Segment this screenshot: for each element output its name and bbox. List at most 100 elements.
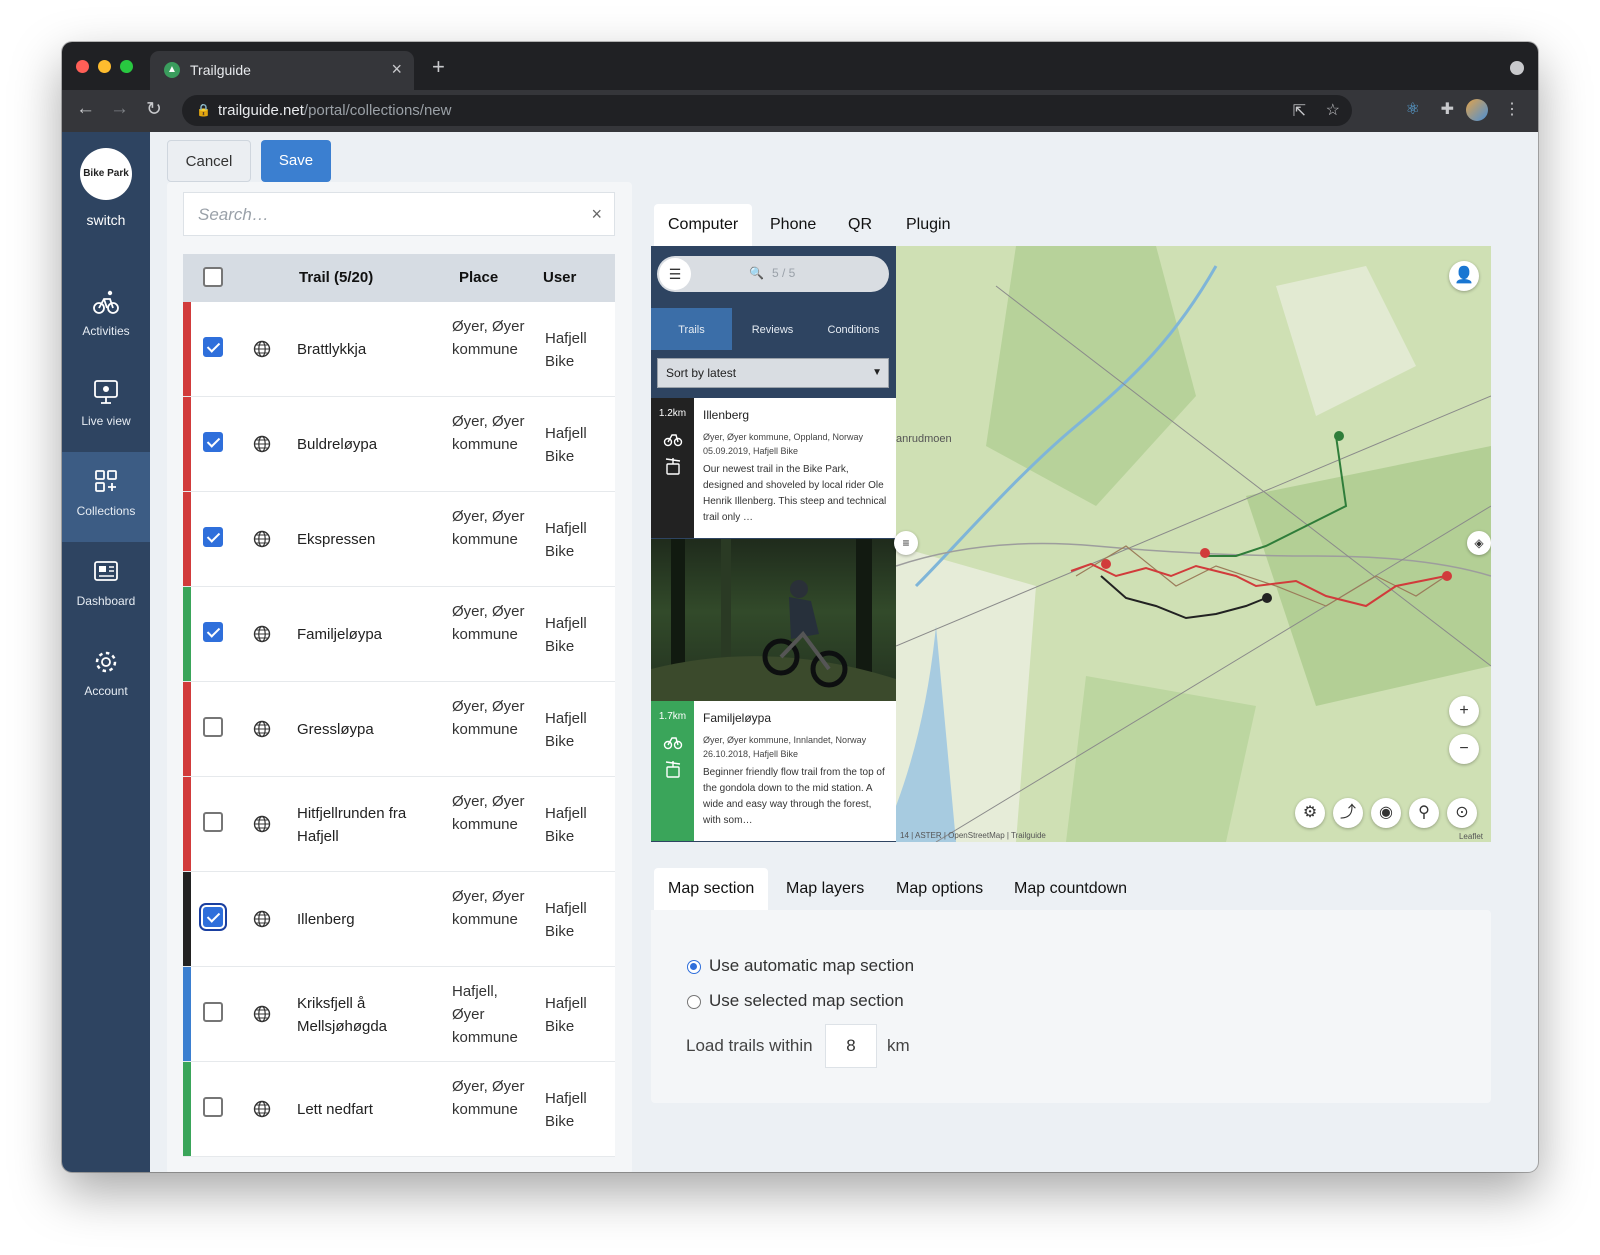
table-row[interactable]: Gressløypa Øyer, Øyer kommune Hafjell Bike xyxy=(183,682,615,777)
tab-qr[interactable]: QR xyxy=(834,204,886,246)
difficulty-stripe xyxy=(183,777,191,871)
save-button[interactable]: Save xyxy=(261,140,331,182)
share-icon[interactable]: ⤴ xyxy=(1333,798,1363,828)
back-icon[interactable]: ← xyxy=(76,98,95,120)
react-devtools-icon[interactable]: ⚛ xyxy=(1406,99,1420,119)
filter-icon[interactable]: ☰ xyxy=(659,258,691,290)
column-header-place[interactable]: Place xyxy=(459,269,498,286)
new-tab-icon[interactable]: + xyxy=(432,54,445,80)
table-row[interactable]: Buldreløypa Øyer, Øyer kommune Hafjell Bik… xyxy=(183,397,615,492)
trail-user: Hafjell Bike xyxy=(545,995,587,1035)
globe-icon xyxy=(253,340,271,358)
profile-avatar[interactable] xyxy=(1466,99,1488,121)
browser-titlebar: ▲ Trailguide × + xyxy=(62,42,1538,90)
trail-name: Familjeløypa xyxy=(297,626,383,643)
trail-card-familjeloypa[interactable]: 1.7km Familjeløypa Øyer, Øyer kommune, I… xyxy=(651,701,896,841)
tab-map-section[interactable]: Map section xyxy=(654,868,769,910)
bike-icon xyxy=(663,737,683,750)
table-row[interactable]: Kriksfjell å Mellsjøhøgda Hafjell, Øyer k… xyxy=(183,967,615,1062)
search-icon: 🔍 xyxy=(749,266,764,280)
table-row[interactable]: Hitfjellrunden fra Hafjell Øyer, Øyer kom… xyxy=(183,777,615,872)
preview-list-tabs: Trails Reviews Conditions xyxy=(651,308,896,350)
map-canvas: anrudmoen xyxy=(895,246,1491,842)
table-header: Trail (5/20) Place User xyxy=(183,254,615,302)
embed-preview: ☰ 🔍 5 / 5 Trails Reviews Conditions Sort … xyxy=(651,246,1491,842)
map-layers-icon[interactable]: ◈ xyxy=(1467,531,1491,555)
difficulty-stripe xyxy=(183,1062,191,1156)
trail-checkbox[interactable] xyxy=(203,717,223,737)
trail-user: Hafjell Bike xyxy=(545,520,587,560)
browser-tab[interactable]: ▲ Trailguide × xyxy=(150,51,414,90)
browser-menu-icon[interactable]: ⋮ xyxy=(1504,99,1520,119)
tab-map-options[interactable]: Map options xyxy=(882,868,997,910)
trail-place: Øyer, Øyer kommune xyxy=(452,508,525,548)
search-input[interactable]: Search… xyxy=(198,205,269,225)
zoom-out-icon[interactable]: − xyxy=(1449,734,1479,764)
forward-icon[interactable]: → xyxy=(110,98,129,120)
bookmark-star-icon[interactable]: ☆ xyxy=(1326,100,1340,120)
load-radius-input[interactable]: 8 xyxy=(825,1024,877,1068)
open-external-icon[interactable]: ⇱ xyxy=(1293,101,1306,121)
tab-map-countdown[interactable]: Map countdown xyxy=(1000,868,1141,910)
select-all-checkbox[interactable] xyxy=(203,267,223,287)
table-row[interactable]: Familjeløypa Øyer, Øyer kommune Hafjell Bi… xyxy=(183,587,615,682)
tab-conditions[interactable]: Conditions xyxy=(813,308,894,350)
close-window-button[interactable] xyxy=(76,60,89,73)
card-title: Familjeløypa xyxy=(703,711,772,725)
trail-map[interactable]: anrudmoen 👤 ≡ ◈ + − ⚙ ⤴ ◉ ⚲ ⊙ 14 | ASTER… xyxy=(894,246,1491,842)
trail-checkbox[interactable] xyxy=(203,622,223,642)
trail-checkbox[interactable] xyxy=(203,527,223,547)
collapse-list-icon[interactable]: ≡ xyxy=(894,531,918,555)
difficulty-stripe xyxy=(183,492,191,586)
trail-user: Hafjell Bike xyxy=(545,615,587,655)
reload-icon[interactable]: ↻ xyxy=(146,98,162,121)
trail-checkbox[interactable] xyxy=(203,432,223,452)
tab-close-icon[interactable]: × xyxy=(391,59,402,80)
clear-search-icon[interactable]: × xyxy=(591,204,602,225)
card-side-bar: 1.2km xyxy=(651,398,694,538)
auto-map-section-label[interactable]: Use automatic map section xyxy=(709,956,914,976)
user-location-icon[interactable]: 👤 xyxy=(1449,261,1479,291)
maximize-window-button[interactable] xyxy=(120,60,133,73)
column-header-user[interactable]: User xyxy=(543,269,576,286)
trail-checkbox[interactable] xyxy=(203,812,223,832)
tab-trails[interactable]: Trails xyxy=(651,308,732,350)
tab-computer[interactable]: Computer xyxy=(654,204,753,246)
cancel-button[interactable]: Cancel xyxy=(167,140,251,182)
tab-plugin[interactable]: Plugin xyxy=(892,204,964,246)
browser-window: ▲ Trailguide × + ← → ↻ 🔒 trailguide.net/… xyxy=(62,42,1538,1172)
table-row[interactable]: Ekspressen Øyer, Øyer kommune Hafjell Bike xyxy=(183,492,615,587)
trail-checkbox[interactable] xyxy=(203,907,223,927)
zoom-in-icon[interactable]: + xyxy=(1449,696,1479,726)
settings-gear-icon[interactable]: ⚙ xyxy=(1295,798,1325,828)
trail-checkbox[interactable] xyxy=(203,337,223,357)
tab-phone[interactable]: Phone xyxy=(756,204,830,246)
trail-checkbox[interactable] xyxy=(203,1002,223,1022)
bike-activity-icon[interactable]: ⚲ xyxy=(1409,798,1439,828)
trail-card-illenberg[interactable]: 1.2km Illenberg Øyer, Øyer kommune, Oppl… xyxy=(651,398,896,538)
search-box[interactable]: Search… × xyxy=(183,192,615,236)
tab-search-icon[interactable] xyxy=(1510,61,1524,75)
trailguide-favicon-icon: ▲ xyxy=(164,62,180,78)
tab-map-layers[interactable]: Map layers xyxy=(772,868,878,910)
sort-select[interactable]: Sort by latest ▼ xyxy=(657,358,889,388)
table-row[interactable]: Lett nedfart Øyer, Øyer kommune Hafjell Bi… xyxy=(183,1062,615,1157)
locate-icon[interactable]: ⊙ xyxy=(1447,798,1477,828)
auto-map-section-radio[interactable] xyxy=(687,960,701,974)
eye-icon[interactable]: ◉ xyxy=(1371,798,1401,828)
leaflet-credit[interactable]: Leaflet xyxy=(1459,832,1483,841)
trail-count: 🔍 5 / 5 xyxy=(749,266,796,280)
tab-reviews[interactable]: Reviews xyxy=(732,308,813,350)
preview-search-bar[interactable]: ☰ 🔍 5 / 5 xyxy=(657,256,889,292)
selected-map-section-radio[interactable] xyxy=(687,995,701,1009)
map-attribution[interactable]: 14 | ASTER | OpenStreetMap | Trailguide xyxy=(900,831,1046,840)
trail-checkbox[interactable] xyxy=(203,1097,223,1117)
address-bar[interactable]: 🔒 trailguide.net/portal/collections/new … xyxy=(182,95,1352,126)
extensions-icon[interactable]: ✚ xyxy=(1441,99,1454,119)
globe-icon xyxy=(253,815,271,833)
column-header-trail[interactable]: Trail (5/20) xyxy=(299,269,373,286)
minimize-window-button[interactable] xyxy=(98,60,111,73)
table-row[interactable]: Brattlykkja Øyer, Øyer kommune Hafjell Bik… xyxy=(183,302,615,397)
selected-map-section-label[interactable]: Use selected map section xyxy=(709,991,904,1011)
table-row[interactable]: Illenberg Øyer, Øyer kommune Hafjell Bike xyxy=(183,872,615,967)
